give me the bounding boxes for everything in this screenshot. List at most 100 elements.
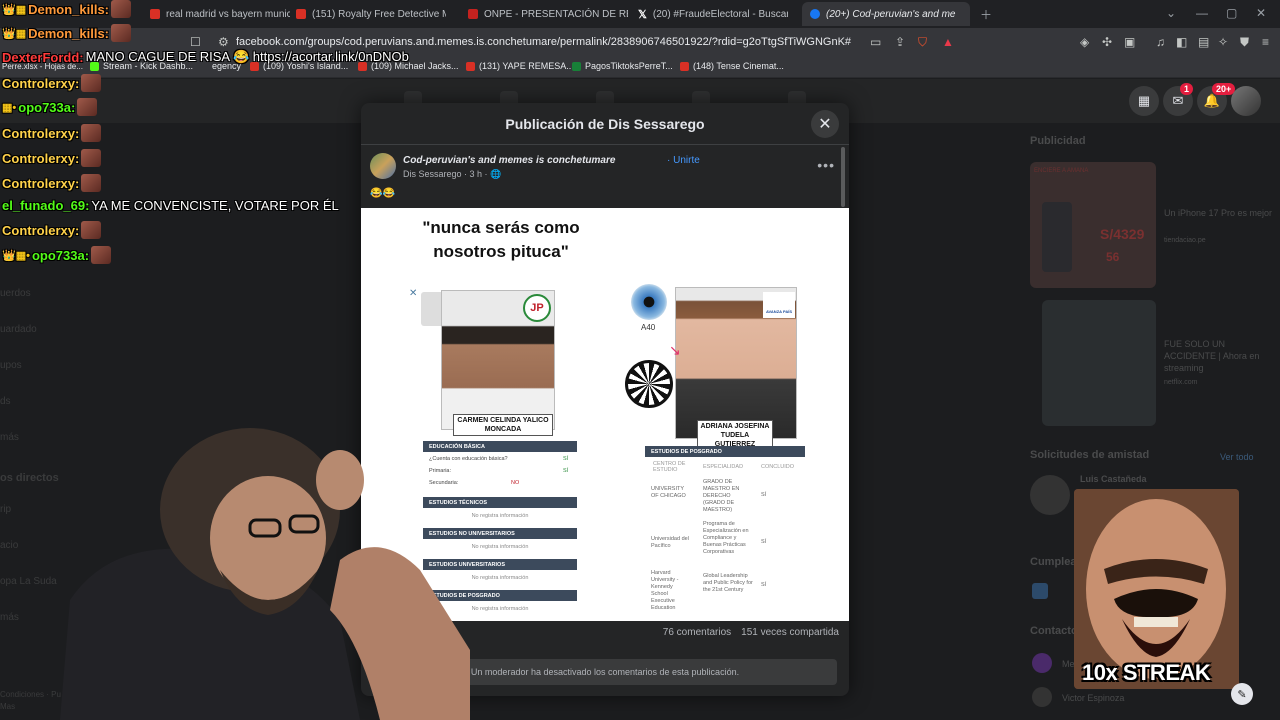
extension-icon[interactable]: ◈ <box>1080 35 1089 49</box>
chat-username[interactable]: el_funado_69: <box>2 198 89 213</box>
close-modal-button[interactable]: ✕ <box>811 110 839 138</box>
right-row-done: SÍ <box>761 539 767 545</box>
ad-price: S/4329 <box>1100 226 1145 242</box>
bookmark-yape[interactable]: (131) YAPE REMESA... <box>466 61 574 71</box>
chat-username[interactable]: DexterFordd: <box>2 50 84 65</box>
vpn-icon[interactable]: ⛊ <box>1240 35 1249 50</box>
sidebar-icon[interactable]: ◧ <box>1176 35 1187 49</box>
chat-username[interactable]: Controlerxy: <box>2 126 79 141</box>
chat-text: MANO CAGUE DE RISA 😂 https://acortar.lin… <box>85 49 409 64</box>
tab-label: (20) #FraudeElectoral - Buscar / X <box>652 8 788 20</box>
group-avatar[interactable] <box>370 153 396 179</box>
chat-emote-icon <box>77 98 98 116</box>
see-all-link[interactable]: Ver todo <box>1220 451 1254 463</box>
right-row-center: Universidad del Pacífico <box>651 536 689 549</box>
comments-count[interactable]: 76 comentarios <box>663 627 731 638</box>
ad-banner-text: ENCIERE A AMANA <box>1034 168 1089 174</box>
leo-icon[interactable]: ✧ <box>1218 35 1228 49</box>
tab-detective-music[interactable]: (151) Royalty Free Detective Mu <box>296 4 446 24</box>
minimize-icon[interactable]: — <box>1196 6 1208 20</box>
new-tab-icon[interactable]: ＋ <box>980 6 992 23</box>
chat-username[interactable]: Controlerxy: <box>2 151 79 166</box>
tab-onpe[interactable]: ONPE - PRESENTACIÓN DE RESULTA <box>468 4 628 24</box>
chat-username[interactable]: opo733a: <box>32 248 89 263</box>
brave-shield-icon[interactable]: ⛉ <box>918 35 927 50</box>
contact-avatar[interactable] <box>1032 687 1052 707</box>
close-window-icon[interactable]: ✕ <box>1256 6 1266 20</box>
profile-avatar[interactable] <box>1231 86 1261 116</box>
x-logo-icon: 𝕏 <box>638 8 647 21</box>
chat-username[interactable]: opo733a: <box>18 100 75 115</box>
youtube-icon <box>466 61 475 71</box>
modal-scrollbar[interactable] <box>841 147 845 207</box>
youtube-icon <box>150 9 160 19</box>
sheets-icon <box>572 61 581 71</box>
chat-username[interactable]: Demon_kills: <box>28 2 109 17</box>
close-tab-icon[interactable]: ✕ <box>969 8 970 21</box>
apps-menu-icon[interactable]: ▦ <box>1129 86 1159 116</box>
friend-name[interactable]: Luis Castañeda <box>1080 473 1147 485</box>
tab-label: (151) Royalty Free Detective Mu <box>312 8 446 20</box>
screenshot-icon[interactable]: ▣ <box>1124 35 1135 49</box>
bookmark-star-icon[interactable]: ☐ <box>190 35 201 49</box>
tab-search-icon[interactable]: ⌄ <box>1166 6 1176 20</box>
chat-message: Controlerxy: <box>2 74 102 92</box>
right-row-done: SÍ <box>761 582 767 588</box>
youtube-icon <box>680 61 689 71</box>
chat-username[interactable]: Controlerxy: <box>2 223 79 238</box>
chat-username[interactable]: Demon_kills: <box>28 26 109 41</box>
ad1-text[interactable]: Un iPhone 17 Pro es mejor <box>1164 207 1274 219</box>
site-info-icon[interactable]: ⚙ <box>218 35 229 49</box>
left-menu-item[interactable]: uardado <box>0 324 37 335</box>
chat-emote-icon <box>91 246 112 264</box>
menu-icon[interactable]: ≡ <box>1262 35 1269 49</box>
ad-iphone-image[interactable]: ENCIERE A AMANA S/4329 56 <box>1030 162 1156 288</box>
friend-avatar[interactable] <box>1030 475 1070 515</box>
wallet-icon[interactable]: ▤ <box>1198 35 1209 49</box>
left-menu-item[interactable]: ds <box>0 396 11 407</box>
ad2-text[interactable]: FUE SOLO UN ACCIDENTE | Ahora en streami… <box>1164 338 1274 374</box>
join-group-link[interactable]: · Unirte <box>667 155 700 166</box>
tab-x-search[interactable]: 𝕏 (20) #FraudeElectoral - Buscar / X <box>638 4 788 24</box>
chat-username[interactable]: Controlerxy: <box>2 176 79 191</box>
contacts-title: Contacto <box>1030 625 1078 637</box>
right-row-center: UNIVERSITY OF CHICAGO <box>651 486 686 499</box>
facebook-icon <box>810 9 820 19</box>
contact-avatar[interactable] <box>1032 653 1052 673</box>
ad2-domain: netflix.com <box>1164 379 1198 386</box>
url-field[interactable]: facebook.com/groups/cod.peruvians.and.me… <box>236 36 851 48</box>
share-icon[interactable]: ⇪ <box>895 35 905 49</box>
chat-message: 👑▦ Demon_kills: <box>2 0 132 18</box>
post-caption: 😂😂 <box>370 188 395 199</box>
puzzle-icon[interactable]: ✣ <box>1102 35 1112 49</box>
tab-real-madrid[interactable]: real madrid vs bayern munich <box>150 4 290 24</box>
more-options-icon[interactable]: ••• <box>817 157 835 173</box>
friend-requests-title: Solicitudes de amistad <box>1030 449 1150 461</box>
streak-counter: 10x STREAK <box>1082 660 1211 685</box>
group-name-link[interactable]: Cod-peruvian's and memes is conchetumare <box>403 155 615 166</box>
tab-facebook-group[interactable]: (20+) Cod-peruvian's and me ✕ <box>802 2 970 26</box>
ad-netflix-image[interactable] <box>1042 300 1156 426</box>
post-author-meta[interactable]: Dis Sessarego · 3 h · 🌐 <box>403 169 501 180</box>
bookmark-pagos[interactable]: PagosTiktoksPerreT... <box>572 61 673 71</box>
tab-label: ONPE - PRESENTACIÓN DE RESULTA <box>484 8 628 20</box>
post-stats: 76 comentarios 151 veces compartida <box>663 627 839 638</box>
left-menu-item[interactable]: upos <box>0 360 22 371</box>
chat-message: Controlerxy: <box>2 221 102 239</box>
chat-emote-icon <box>81 174 102 192</box>
chat-badge-icon: 👑▦• <box>2 249 30 262</box>
new-message-button[interactable]: ✎ <box>1231 683 1253 705</box>
chat-username[interactable]: Controlerxy: <box>2 76 79 91</box>
black-sun-icon <box>625 360 673 408</box>
bookmark-tense[interactable]: (148) Tense Cinemat... <box>680 61 784 71</box>
left-menu-item[interactable]: uerdos <box>0 288 31 299</box>
shares-count[interactable]: 151 veces compartida <box>741 627 839 638</box>
restore-icon[interactable]: ▢ <box>1226 6 1237 20</box>
music-icon[interactable]: ♫ <box>1156 35 1165 49</box>
meme-quote: "nunca serás como nosotros pituca" <box>422 218 580 261</box>
brave-rewards-icon[interactable]: ▲ <box>942 35 954 49</box>
ad1-domain: tiendaciao.pe <box>1164 237 1206 244</box>
laughing-meme-overlay <box>1074 489 1239 689</box>
contact-name[interactable]: Victor Espinoza <box>1062 692 1124 704</box>
cast-icon[interactable]: ▭ <box>870 35 881 49</box>
